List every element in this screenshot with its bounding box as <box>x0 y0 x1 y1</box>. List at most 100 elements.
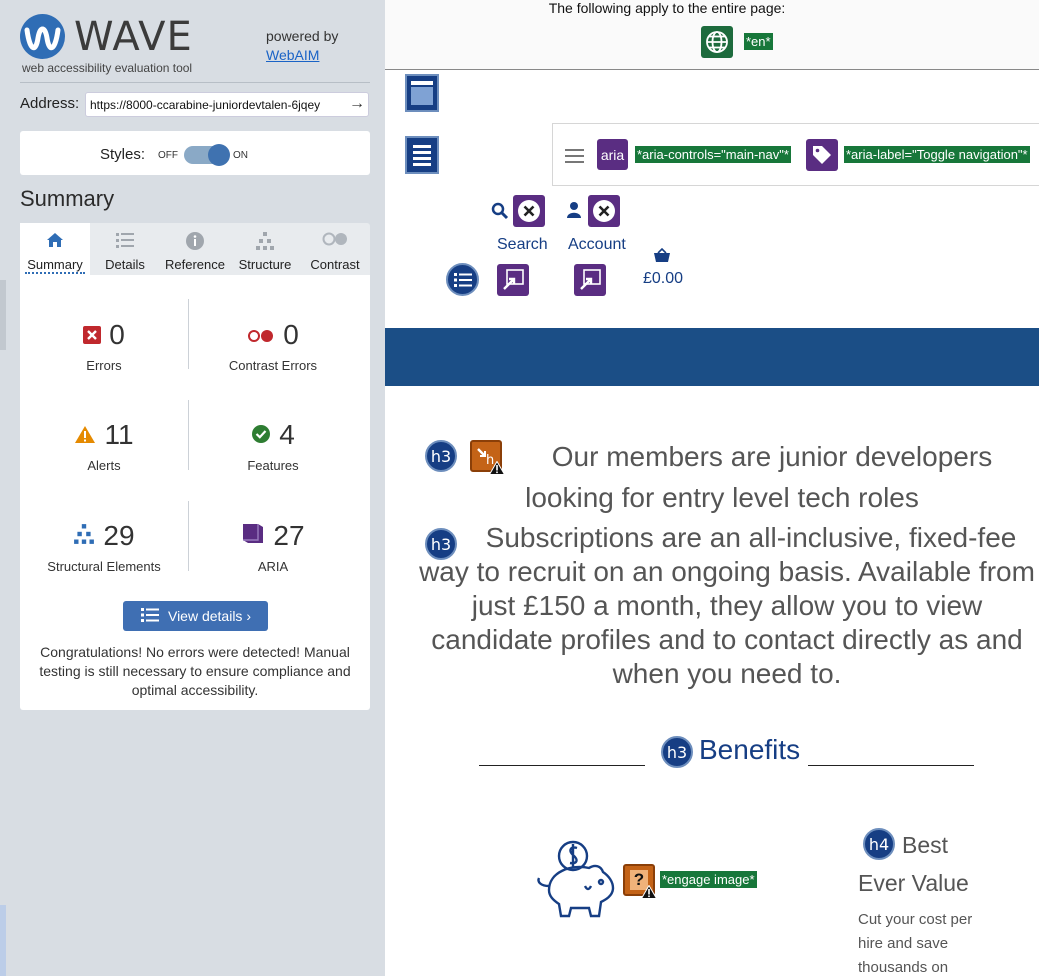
subscriptions-heading: Subscriptions are an all-inclusive, fixe… <box>419 522 1035 689</box>
sidebar-edge-bottom <box>0 905 6 976</box>
language-globe-icon[interactable] <box>701 26 733 58</box>
powered-by-text: powered by <box>266 28 339 44</box>
page-level-text: The following apply to the entire page: <box>548 0 786 16</box>
error-icon <box>83 319 102 351</box>
aria-badge-text: aria <box>600 146 625 163</box>
sidebar-edge <box>0 280 6 350</box>
aria-hidden-icon[interactable] <box>513 195 545 227</box>
webaim-link[interactable]: WebAIM <box>266 47 319 63</box>
check-icon <box>251 419 271 451</box>
home-icon <box>20 231 90 249</box>
tab-label: Structure <box>238 257 292 272</box>
wave-logo-icon <box>20 14 65 59</box>
features-label: Features <box>247 458 299 473</box>
alert-icon <box>74 419 96 451</box>
search-link[interactable]: Search <box>497 236 548 254</box>
errors-label: Errors <box>86 358 122 373</box>
stat-errors[interactable]: 0 Errors <box>20 317 188 373</box>
divider <box>20 82 370 83</box>
structural-count: 29 <box>103 520 135 551</box>
view-details-button[interactable]: View details › <box>123 601 268 631</box>
piggy-bank-icon <box>535 838 625 927</box>
members-heading: Our members are junior developers lookin… <box>525 441 993 513</box>
user-icon[interactable] <box>566 201 582 224</box>
panel-tabs: Summary Details Reference Structure Cont… <box>20 223 370 275</box>
structure-icon <box>230 231 300 251</box>
account-link[interactable]: Account <box>568 236 626 254</box>
tab-label: Reference <box>165 257 225 272</box>
structural-label: Structural Elements <box>47 559 161 574</box>
contrast-error-icon <box>247 319 275 351</box>
aria-label-tag-icon[interactable] <box>806 139 838 171</box>
styles-label: Styles: <box>100 146 146 163</box>
stat-features[interactable]: 4 Features <box>189 417 357 473</box>
errors-count: 0 <box>109 319 125 350</box>
navbar: aria *aria-controls="main-nav"* *aria-la… <box>552 123 1039 186</box>
best-value-description: Cut your cost per hire and save thousand… <box>858 911 973 976</box>
header-region-icon[interactable] <box>405 74 439 112</box>
toggle-knob[interactable] <box>208 144 230 166</box>
evaluated-page: The following apply to the entire page: … <box>385 0 1039 976</box>
tab-contrast[interactable]: Contrast <box>300 223 370 275</box>
stat-structural[interactable]: 29 Structural Elements <box>20 518 188 574</box>
styles-off-label: OFF <box>158 150 178 161</box>
aria-label: ARIA <box>257 559 289 574</box>
tab-reference[interactable]: Reference <box>160 223 230 275</box>
alt-text-tag: *engage image* <box>660 871 757 888</box>
warning-icon <box>640 884 658 904</box>
tab-details[interactable]: Details <box>90 223 160 275</box>
aria-count: 27 <box>273 520 305 551</box>
search-icon[interactable] <box>491 202 509 225</box>
page-level-icons-bar: The following apply to the entire page: … <box>385 0 1039 70</box>
styles-on-label: ON <box>233 150 248 161</box>
stat-aria[interactable]: 27 ARIA <box>189 518 357 574</box>
navigation-region-icon[interactable] <box>405 136 439 174</box>
alerts-label: Alerts <box>87 458 121 473</box>
hamburger-menu-icon[interactable] <box>565 149 584 163</box>
stat-contrast-errors[interactable]: 0 Contrast Errors <box>189 317 357 373</box>
tab-structure[interactable]: Structure <box>230 223 300 275</box>
list-region-icon[interactable] <box>446 263 479 296</box>
basket-icon[interactable] <box>653 247 671 268</box>
aria-popup-icon[interactable] <box>497 264 529 296</box>
contrast-errors-label: Contrast Errors <box>228 358 318 373</box>
best-value-heading: Best Ever Value <box>858 832 969 896</box>
aria-badge-icon[interactable]: aria <box>597 139 628 170</box>
wave-tagline: web accessibility evaluation tool <box>22 61 193 75</box>
aria-icon <box>241 520 265 552</box>
structure-icon <box>73 520 95 552</box>
list-icon <box>140 607 160 626</box>
basket-total[interactable]: £0.00 <box>643 270 683 288</box>
tab-label: Contrast <box>310 257 360 272</box>
aria-controls-tag: *aria-controls="main-nav"* <box>635 146 791 163</box>
wave-logo-text: WAVE <box>74 14 193 60</box>
lang-tag: *en* <box>744 33 773 50</box>
aria-hidden-icon[interactable] <box>588 195 620 227</box>
h3-badge-icon[interactable]: h3 <box>661 736 693 768</box>
list-icon <box>90 231 160 249</box>
benefits-heading: Benefits <box>699 734 801 765</box>
arrow-right-icon[interactable]: → <box>346 93 368 116</box>
summary-heading: Summary <box>20 186 115 211</box>
tab-label: Summary <box>25 257 85 274</box>
address-input[interactable]: https://8000-ccarabine-juniordevtalen-6j… <box>85 92 369 117</box>
features-count: 4 <box>279 419 295 450</box>
stat-alerts[interactable]: 11 Alerts <box>20 417 188 473</box>
tab-summary[interactable]: Summary <box>20 223 90 275</box>
summary-card: 0 Errors 0 Contrast Errors 11 Alerts 4 F… <box>20 275 370 710</box>
aria-label-tag: *aria-label="Toggle navigation"* <box>844 146 1030 163</box>
contrast-icon <box>300 231 370 247</box>
tab-label: Details <box>105 257 145 272</box>
congrats-message: Congratulations! No errors were detected… <box>39 644 351 698</box>
wave-sidebar: WAVE web accessibility evaluation tool p… <box>0 0 385 976</box>
contrast-errors-count: 0 <box>283 319 299 350</box>
hero-band <box>385 328 1039 386</box>
styles-toggle[interactable] <box>184 144 230 166</box>
info-icon <box>160 231 230 251</box>
alerts-count: 11 <box>104 419 134 450</box>
divider <box>808 765 974 766</box>
aria-popup-icon[interactable] <box>574 264 606 296</box>
divider <box>479 765 645 766</box>
address-label: Address: <box>20 95 80 112</box>
styles-toggle-panel: Styles: OFF ON <box>20 131 370 175</box>
